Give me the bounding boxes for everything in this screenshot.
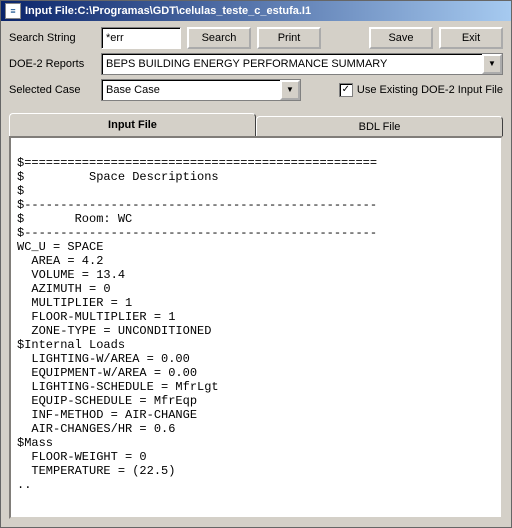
- tabs: Input File BDL File: [9, 113, 503, 136]
- use-existing-checkbox[interactable]: ✓ Use Existing DOE-2 Input File: [339, 83, 503, 97]
- case-combo[interactable]: Base Case ▼: [101, 79, 301, 101]
- search-input[interactable]: [101, 27, 181, 49]
- title-path: C:\Programas\GDT\celulas_teste_c_estufa.…: [78, 5, 312, 17]
- search-string-label: Search String: [9, 32, 95, 44]
- print-button[interactable]: Print: [257, 27, 321, 49]
- app-icon: ≡: [5, 3, 21, 19]
- chevron-down-icon[interactable]: ▼: [280, 80, 300, 100]
- reports-combo[interactable]: BEPS BUILDING ENERGY PERFORMANCE SUMMARY…: [101, 53, 503, 75]
- window: ≡ Input File: C:\Programas\GDT\celulas_t…: [0, 0, 512, 528]
- file-text[interactable]: $=======================================…: [11, 138, 501, 496]
- exit-button[interactable]: Exit: [439, 27, 503, 49]
- reports-combo-value: BEPS BUILDING ENERGY PERFORMANCE SUMMARY: [102, 58, 482, 70]
- content-area: $=======================================…: [9, 136, 503, 519]
- title-prefix: Input File:: [25, 5, 78, 17]
- tab-input-file[interactable]: Input File: [9, 113, 256, 136]
- titlebar: ≡ Input File: C:\Programas\GDT\celulas_t…: [1, 1, 511, 21]
- search-button[interactable]: Search: [187, 27, 251, 49]
- save-button[interactable]: Save: [369, 27, 433, 49]
- toolbar: Search String Search Print Save Exit DOE…: [1, 21, 511, 109]
- selected-case-label: Selected Case: [9, 84, 95, 96]
- use-existing-label: Use Existing DOE-2 Input File: [357, 84, 503, 96]
- doe2-reports-label: DOE-2 Reports: [9, 58, 95, 70]
- checkbox-icon: ✓: [339, 83, 353, 97]
- chevron-down-icon[interactable]: ▼: [482, 54, 502, 74]
- tab-bdl-file[interactable]: BDL File: [256, 116, 503, 136]
- case-combo-value: Base Case: [102, 84, 280, 96]
